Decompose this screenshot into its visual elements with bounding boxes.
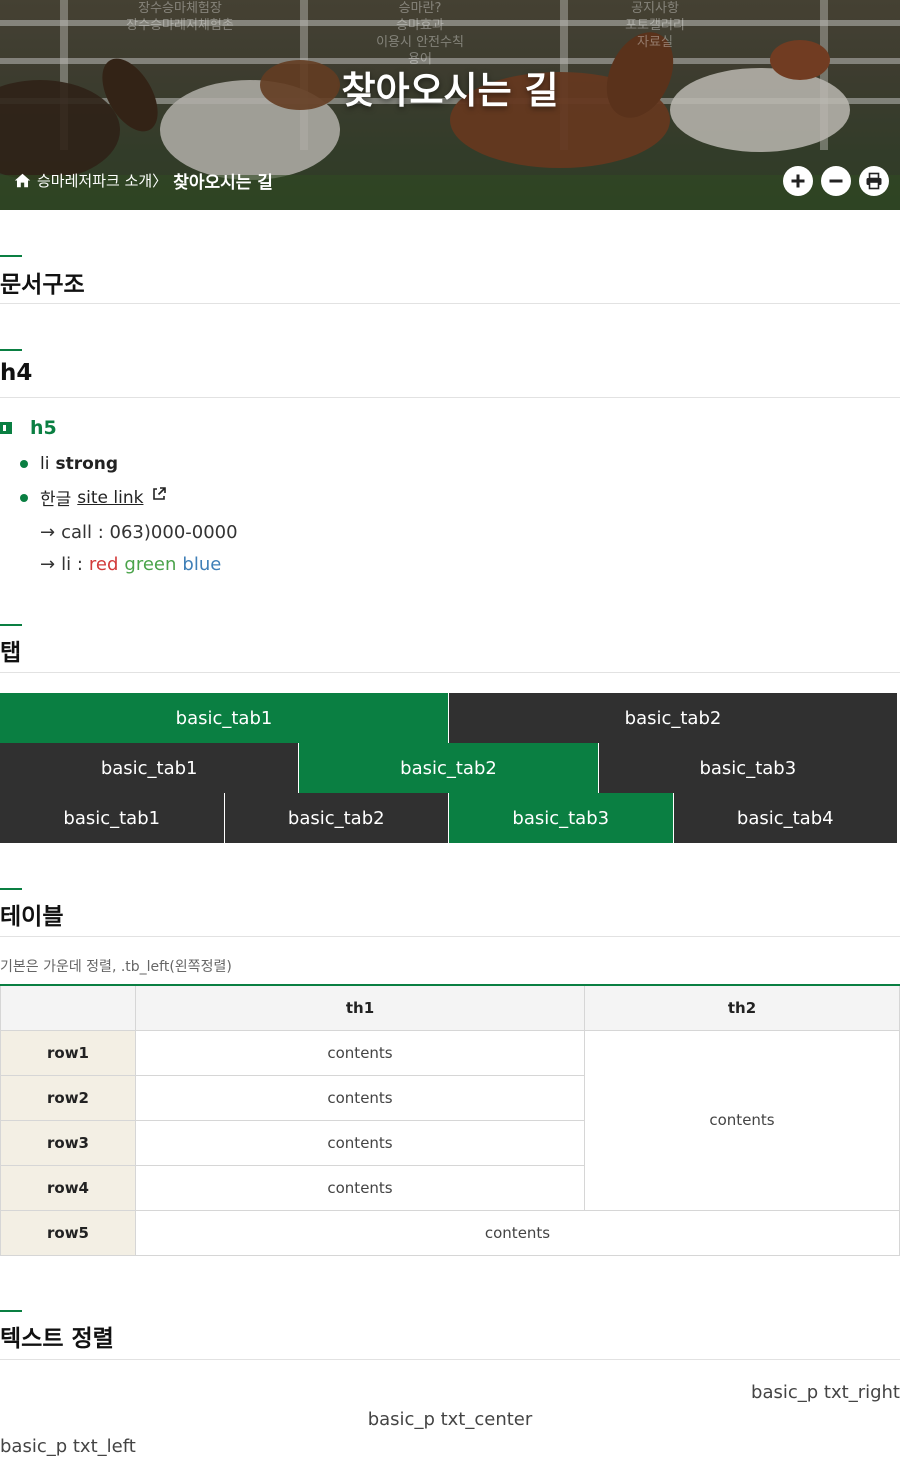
text-right: basic_p txt_right (751, 1382, 900, 1403)
tab-basic-2[interactable]: basic_tab2 (299, 743, 599, 793)
list-item: 한글 site link (20, 485, 167, 510)
section-title: 탭 (0, 640, 22, 666)
h5-heading: h5 (0, 417, 57, 439)
tab-basic-1[interactable]: basic_tab1 (0, 793, 225, 843)
row-header: row3 (0, 1119, 136, 1166)
row-header: row1 (0, 1029, 136, 1076)
section-title: 테이블 (0, 904, 64, 930)
plus-icon (791, 174, 805, 188)
tab-basic-2[interactable]: basic_tab2 (224, 793, 449, 843)
li-text: 한글 (40, 490, 72, 510)
call-line: → call : 063)000-0000 (40, 522, 238, 543)
external-link-icon[interactable] (151, 486, 167, 502)
tab-basic-2[interactable]: basic_tab2 (449, 693, 900, 743)
home-icon[interactable] (14, 172, 31, 189)
section-title: 텍스트 정렬 (0, 1326, 114, 1352)
table-cell-merged: contents (584, 1029, 900, 1211)
tab-basic-3[interactable]: basic_tab3 (449, 793, 674, 843)
text-center: basic_p txt_center (367, 1409, 533, 1430)
table-row: row5 contents (0, 1209, 900, 1256)
tab-row-3: basic_tab1 basic_tab2 basic_tab3 (0, 743, 900, 793)
ghost-menu-1: 장수승마체험장 장수승마레저체험촌 (110, 0, 250, 34)
table-cell: contents (135, 1119, 585, 1166)
ghost-menu-item: 장수승마레저체험촌 (126, 18, 234, 33)
arrow-icon: → (40, 522, 56, 543)
ghost-menu-item: 자료실 (637, 35, 673, 50)
h5-text: h5 (30, 417, 57, 439)
breadcrumb-current: 찾아오시는 길 (173, 173, 273, 193)
table-cell: contents (135, 1164, 585, 1211)
minus-icon (829, 179, 843, 183)
ghost-menu-2: 승마란? 승마효과 이용시 안전수칙 용어 (360, 0, 480, 68)
color-line: → li : red green blue (40, 554, 221, 575)
breadcrumb: 승마레저파크 소개 〉 찾아오시는 길 (14, 168, 273, 193)
color-label: li : (61, 554, 83, 575)
table-row: row1 contents contents (0, 1029, 900, 1211)
li-text: li (40, 454, 50, 474)
page-tools (783, 166, 889, 196)
table-cell-merged: contents (135, 1209, 900, 1256)
bullet-dot (20, 460, 28, 468)
bullet-dot (20, 493, 28, 502)
li-strong: strong (55, 454, 119, 474)
zoom-in-button[interactable] (783, 166, 813, 196)
row-header: row5 (0, 1209, 136, 1256)
tab-basic-3[interactable]: basic_tab3 (598, 743, 900, 793)
h5-bullet-icon (0, 422, 12, 434)
table-cell: contents (135, 1074, 585, 1121)
print-button[interactable] (859, 166, 889, 196)
breadcrumb-separator: 〉 (152, 172, 168, 190)
page-title: 찾아오시는 길 (341, 69, 559, 112)
table-header-empty (0, 984, 136, 1031)
section-table: 테이블 (0, 888, 900, 937)
blue-text: blue (182, 554, 222, 575)
table-header-th2: th2 (584, 984, 900, 1031)
table-header-row: th1 th2 (0, 984, 900, 1031)
h4-title: h4 (0, 360, 33, 386)
red-text: red (88, 554, 119, 575)
section-doc: 문서구조 (0, 255, 900, 304)
call-text: call : 063)000-0000 (61, 522, 238, 543)
breadcrumb-parent[interactable]: 승마레저파크 소개 (37, 170, 152, 191)
table-cell: contents (135, 1029, 585, 1076)
section-h4: h4 (0, 349, 900, 398)
ghost-menu-item: 장수승마체험장 (138, 1, 222, 16)
ghost-menu-item: 승마란? (398, 1, 442, 16)
row-header: row4 (0, 1164, 136, 1211)
zoom-out-button[interactable] (821, 166, 851, 196)
data-table: th1 th2 row1 contents contents row2 cont… (0, 984, 900, 1256)
table-caption: 기본은 가운데 정렬, .tb_left(왼쪽정렬) (0, 959, 232, 975)
site-link[interactable]: site link (77, 488, 143, 508)
row-header: row2 (0, 1074, 136, 1121)
tab-basic-1[interactable]: basic_tab1 (0, 693, 449, 743)
arrow-icon: → (40, 554, 56, 575)
printer-icon (866, 172, 882, 190)
text-left: basic_p txt_left (0, 1436, 136, 1457)
section-title: 문서구조 (0, 272, 85, 298)
ghost-menu-item: 포토갤러리 (625, 18, 685, 33)
tab-row-4: basic_tab1 basic_tab2 basic_tab3 basic_t… (0, 793, 900, 843)
section-tab: 탭 (0, 624, 900, 673)
ghost-menu-3: 공지사항 포토갤러리 자료실 (610, 0, 700, 51)
table-header-th1: th1 (135, 984, 585, 1031)
tab-basic-4[interactable]: basic_tab4 (673, 793, 900, 843)
ghost-menu-item: 이용시 안전수칙 (376, 35, 464, 50)
section-text-align: 텍스트 정렬 (0, 1310, 900, 1360)
hero-banner: 장수승마체험장 장수승마레저체험촌 승마란? 승마효과 이용시 안전수칙 용어 … (0, 0, 900, 210)
tab-row-2: basic_tab1 basic_tab2 (0, 693, 900, 743)
list-item: li strong (20, 454, 118, 474)
ghost-menu-item: 공지사항 (631, 1, 679, 16)
green-text: green (124, 554, 177, 575)
tab-basic-1[interactable]: basic_tab1 (0, 743, 300, 793)
ghost-menu-item: 승마효과 (396, 18, 444, 33)
